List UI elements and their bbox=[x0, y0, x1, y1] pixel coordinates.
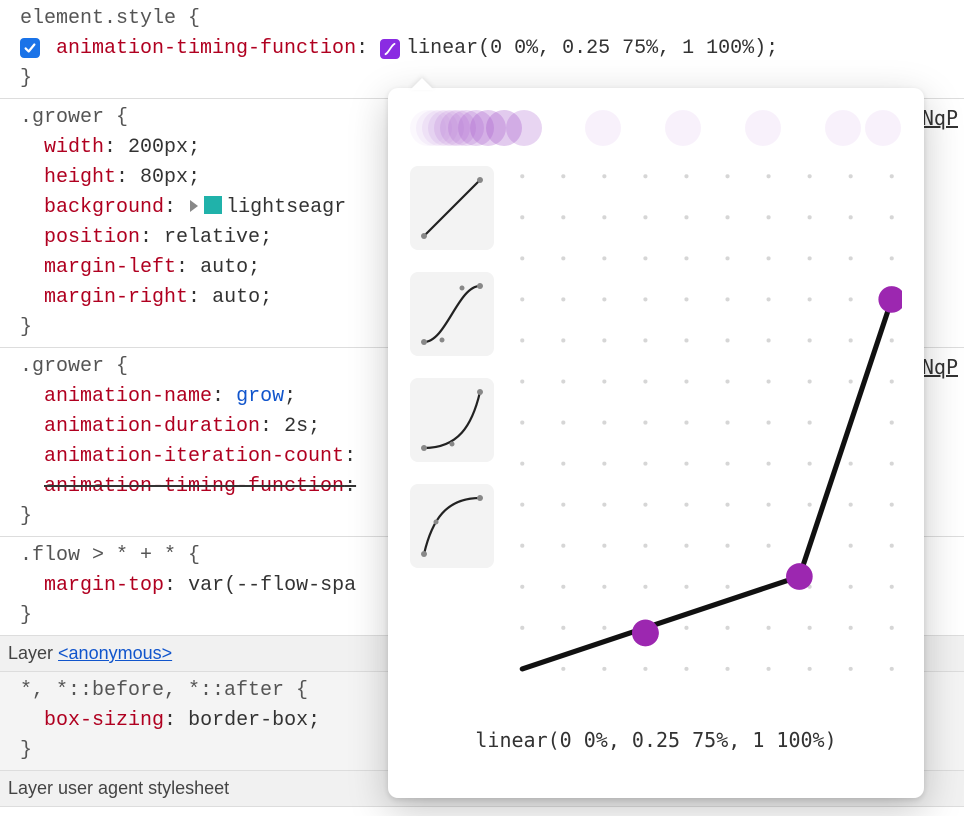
preset-linear[interactable] bbox=[410, 166, 494, 250]
preview-ball bbox=[745, 110, 781, 146]
easing-readout: linear(0 0%, 0.25 75%, 1 100%) bbox=[410, 725, 902, 755]
easing-editor-popover: linear(0 0%, 0.25 75%, 1 100%) bbox=[388, 88, 924, 798]
color-swatch-icon[interactable] bbox=[204, 196, 222, 214]
layer-link[interactable]: <anonymous> bbox=[58, 643, 172, 663]
easing-swatch-icon[interactable] bbox=[380, 39, 400, 59]
preset-ease-in[interactable] bbox=[410, 378, 494, 462]
layer-label-text: Layer bbox=[8, 643, 58, 663]
animation-preview-strip bbox=[410, 108, 902, 150]
cp-c[interactable] bbox=[878, 286, 902, 313]
source-link[interactable]: NqP bbox=[922, 103, 958, 133]
layer-label-text: Layer user agent stylesheet bbox=[8, 778, 229, 798]
preview-ball bbox=[825, 110, 861, 146]
cp-b[interactable] bbox=[786, 563, 813, 590]
preset-list bbox=[410, 166, 494, 711]
preset-ease-in-out[interactable] bbox=[410, 272, 494, 356]
selector: .flow > * + * bbox=[20, 544, 176, 567]
preview-ball bbox=[665, 110, 701, 146]
preview-ball bbox=[506, 110, 542, 146]
preset-ease-out[interactable] bbox=[410, 484, 494, 568]
preview-ball bbox=[585, 110, 621, 146]
close-brace: } bbox=[20, 67, 32, 90]
selector: .grower bbox=[20, 106, 104, 129]
selector: .grower bbox=[20, 355, 104, 378]
preview-ball bbox=[865, 110, 901, 146]
open-brace: { bbox=[188, 7, 200, 30]
toggle-checkbox[interactable] bbox=[20, 38, 40, 58]
property-name: animation-timing-function bbox=[56, 37, 356, 60]
styles-pane: element.style { animation-timing-functio… bbox=[0, 0, 964, 816]
cp-a[interactable] bbox=[632, 620, 659, 647]
curve-editor[interactable] bbox=[512, 166, 902, 711]
selector: *, *::before, *::after bbox=[20, 679, 284, 702]
expand-icon[interactable] bbox=[190, 200, 198, 212]
declaration-animation-timing[interactable]: animation-timing-function: linear(0 0%, … bbox=[20, 34, 956, 64]
source-link[interactable]: NqP bbox=[922, 352, 958, 382]
selector: element.style bbox=[20, 7, 176, 30]
property-value[interactable]: linear(0 0%, 0.25 75%, 1 100%) bbox=[406, 37, 766, 60]
rule-element-style: element.style { animation-timing-functio… bbox=[0, 0, 964, 99]
